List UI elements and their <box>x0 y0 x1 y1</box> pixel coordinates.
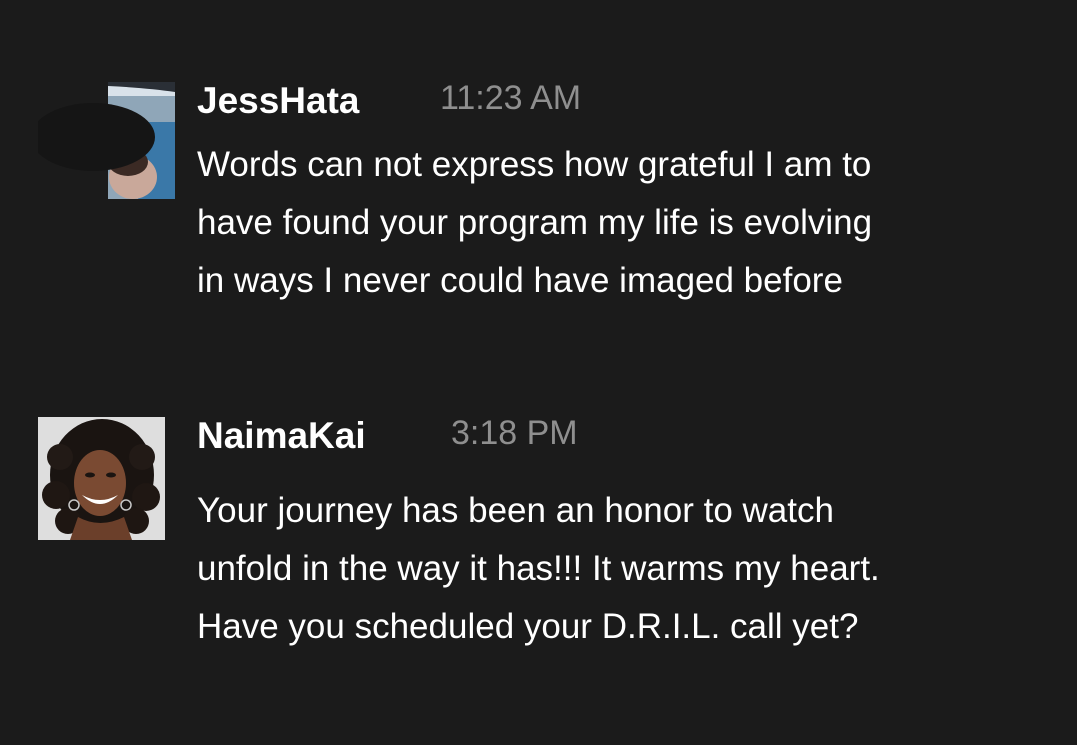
timestamp: 11:23 AM <box>440 79 582 117</box>
avatar-image <box>38 82 175 199</box>
avatar[interactable] <box>38 417 165 540</box>
timestamp: 3:18 PM <box>451 414 578 452</box>
avatar-image <box>38 417 165 540</box>
message-line: have found your program my life is evolv… <box>197 203 873 242</box>
message-line: unfold in the way it has!!! It warms my … <box>197 549 880 588</box>
message-line: Your journey has been an honor to watch <box>197 491 834 530</box>
message-item: NaimaKai 3:18 PM Your journey has been a… <box>0 400 1077 700</box>
message-line: Words can not express how grateful I am … <box>197 145 872 184</box>
message-line: in ways I never could have imaged before <box>197 261 843 300</box>
message-text: Words can not express how grateful I am … <box>197 136 1027 310</box>
message-item: JessHata 11:23 AM Words can not express … <box>0 0 1077 330</box>
avatar[interactable] <box>38 82 175 199</box>
username[interactable]: NaimaKai <box>197 417 366 454</box>
message-text: Your journey has been an honor to watch … <box>197 482 1027 656</box>
message-line: Have you scheduled your D.R.I.L. call ye… <box>197 607 859 646</box>
username[interactable]: JessHata <box>197 85 360 119</box>
